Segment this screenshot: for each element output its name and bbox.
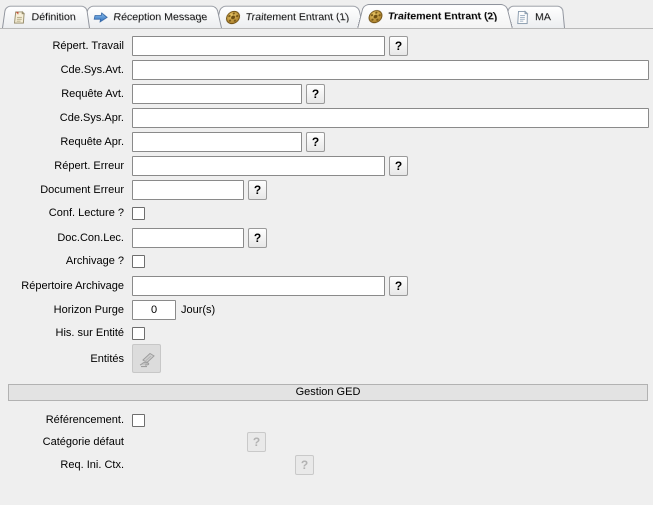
field-row-archivage: Archivage ? — [0, 251, 145, 271]
requete-avt-help-button[interactable]: ? — [306, 84, 325, 104]
tab-strip: Définition Réception Message — [0, 0, 653, 29]
req-ini-ctx-help-button[interactable]: ? — [295, 455, 314, 475]
field-label: Cde.Sys.Avt. — [0, 64, 132, 76]
field-label: His. sur Entité — [0, 327, 132, 339]
doc-con-lec-help-button[interactable]: ? — [248, 228, 267, 248]
repert-travail-input[interactable] — [132, 36, 385, 56]
tab-label: Réception Message — [113, 11, 209, 22]
entites-button[interactable] — [132, 344, 161, 373]
tab-traitement-entrant-1[interactable]: Traitement Entrant (1) — [215, 6, 364, 28]
tab-traitement-entrant-2[interactable]: Traitement Entrant (2) — [357, 4, 513, 29]
field-row-categorie-defaut: Catégorie défaut ? — [0, 432, 266, 452]
conf-lecture-checkbox[interactable] — [132, 207, 145, 220]
gear-icon — [224, 10, 242, 25]
requete-avt-input[interactable] — [132, 84, 302, 104]
cde-sys-avt-input[interactable] — [132, 60, 649, 80]
field-row-requete-avt: Requête Avt. ? — [0, 84, 325, 104]
doc-con-lec-input[interactable] — [132, 228, 244, 248]
horizon-purge-unit-label: Jour(s) — [181, 304, 215, 316]
document-erreur-help-button[interactable]: ? — [248, 180, 267, 200]
tab-ma[interactable]: MA — [506, 6, 565, 28]
tab-label: Définition — [31, 11, 76, 22]
document-icon — [514, 10, 530, 25]
section-title: Gestion GED — [296, 386, 361, 398]
repert-erreur-input[interactable] — [132, 156, 385, 176]
field-label: Répert. Erreur — [0, 160, 132, 172]
horizon-purge-input[interactable] — [132, 300, 176, 320]
field-label: Horizon Purge — [0, 304, 132, 316]
tab-definition[interactable]: Définition — [2, 6, 90, 28]
field-label: Requête Avt. — [0, 88, 132, 100]
field-label: Req. Ini. Ctx. — [0, 459, 132, 471]
field-label: Référencement. — [0, 414, 132, 426]
document-erreur-input[interactable] — [132, 180, 244, 200]
tab-label: MA — [535, 11, 551, 22]
page-edit-icon — [10, 10, 27, 25]
cde-sys-apr-input[interactable] — [132, 108, 649, 128]
tab-label: Traitement Entrant (1) — [245, 11, 350, 22]
field-label: Document Erreur — [0, 184, 132, 196]
gear-icon — [366, 9, 384, 24]
categorie-defaut-help-button[interactable]: ? — [247, 432, 266, 452]
field-label: Archivage ? — [0, 255, 132, 267]
his-sur-entite-checkbox[interactable] — [132, 327, 145, 340]
tab-label: Traitement Entrant (2) — [387, 11, 498, 22]
field-row-repert-travail: Répert. Travail ? — [0, 36, 408, 56]
field-row-horizon-purge: Horizon Purge Jour(s) — [0, 300, 215, 320]
repert-travail-help-button[interactable]: ? — [389, 36, 408, 56]
field-label: Cde.Sys.Apr. — [0, 112, 132, 124]
field-label: Catégorie défaut — [0, 436, 132, 448]
gestion-ged-section-bar: Gestion GED — [8, 384, 648, 401]
traitement-entrant-form: { "tabs": { "items": [ { "label": "Défin… — [0, 0, 653, 505]
field-row-cde-sys-avt: Cde.Sys.Avt. — [0, 60, 649, 80]
field-row-conf-lecture: Conf. Lecture ? — [0, 203, 145, 223]
repertoire-archivage-input[interactable] — [132, 276, 385, 296]
tab-reception-message[interactable]: Réception Message — [83, 6, 222, 28]
field-label: Requête Apr. — [0, 136, 132, 148]
field-row-doc-con-lec: Doc.Con.Lec. ? — [0, 228, 267, 248]
field-row-document-erreur: Document Erreur ? — [0, 180, 267, 200]
repertoire-archivage-help-button[interactable]: ? — [389, 276, 408, 296]
field-row-cde-sys-apr: Cde.Sys.Apr. — [0, 108, 649, 128]
field-row-referencement: Référencement. — [0, 410, 145, 430]
requete-apr-help-button[interactable]: ? — [306, 132, 325, 152]
field-label: Répert. Travail — [0, 40, 132, 52]
hand-card-icon — [137, 349, 157, 369]
field-label: Conf. Lecture ? — [0, 207, 132, 219]
repert-erreur-help-button[interactable]: ? — [389, 156, 408, 176]
field-label: Entités — [0, 353, 132, 365]
field-row-repertoire-archivage: Répertoire Archivage ? — [0, 276, 408, 296]
requete-apr-input[interactable] — [132, 132, 302, 152]
referencement-checkbox[interactable] — [132, 414, 145, 427]
field-row-requete-apr: Requête Apr. ? — [0, 132, 325, 152]
field-label: Doc.Con.Lec. — [0, 232, 132, 244]
field-label: Répertoire Archivage — [0, 280, 132, 292]
arrow-right-icon — [92, 10, 110, 25]
field-row-his-sur-entite: His. sur Entité — [0, 323, 145, 343]
field-row-req-ini-ctx: Req. Ini. Ctx. ? — [0, 455, 314, 475]
field-row-repert-erreur: Répert. Erreur ? — [0, 156, 408, 176]
field-row-entites: Entités — [0, 344, 161, 373]
archivage-checkbox[interactable] — [132, 255, 145, 268]
